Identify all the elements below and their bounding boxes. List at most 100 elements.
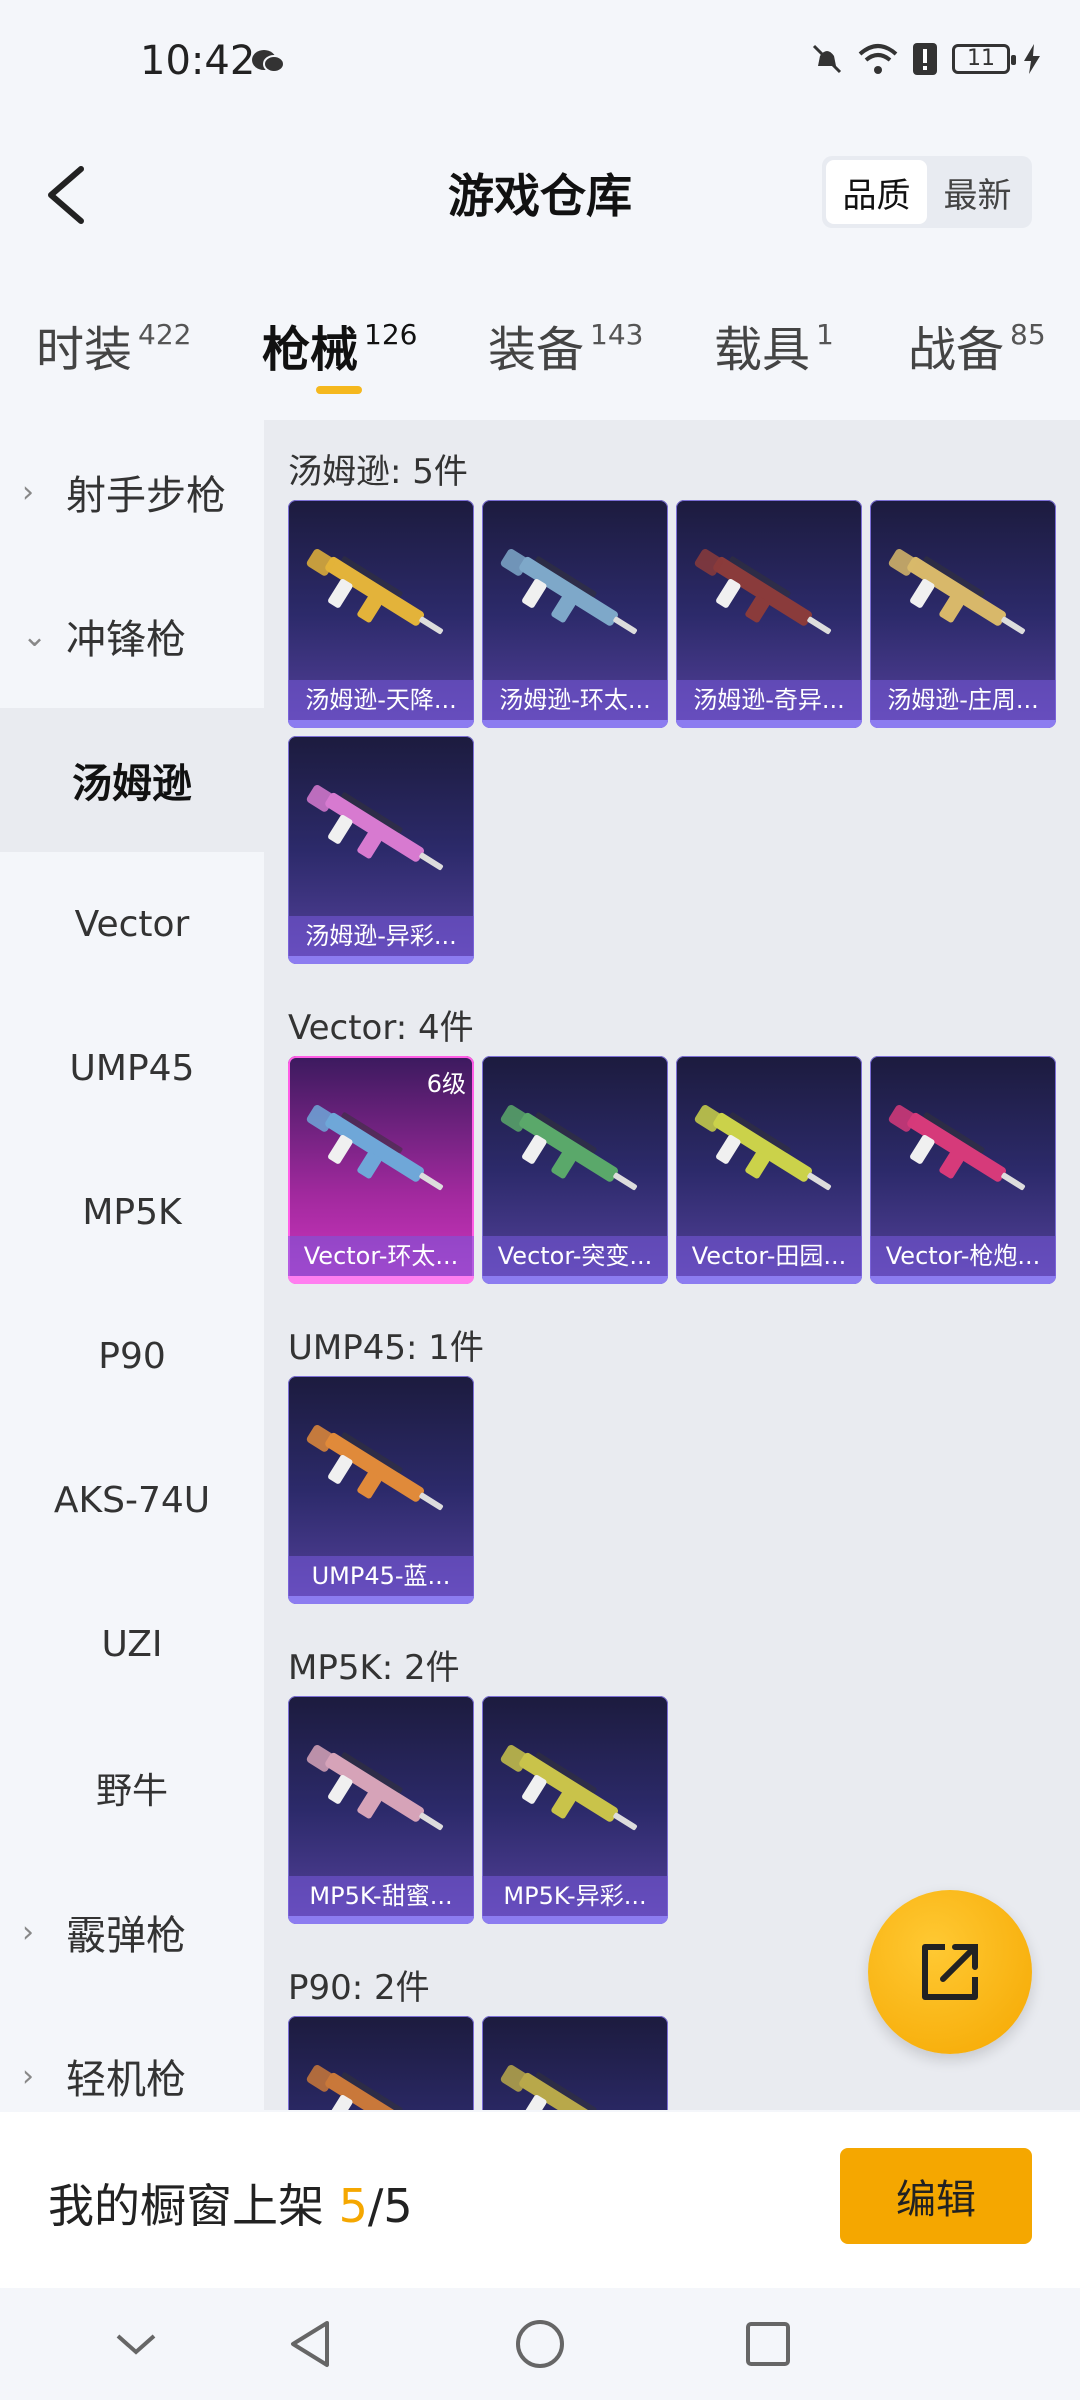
- gun-icon: [306, 1745, 443, 1831]
- rarity-bar: [288, 1276, 474, 1284]
- rarity-bar: [288, 1916, 474, 1924]
- sidebar-item-label: 汤姆逊: [72, 761, 192, 807]
- gun-icon: [306, 2065, 425, 2110]
- showcase-bar: 我的橱窗上架 5/5 编辑: [0, 2112, 1080, 2288]
- weapon-card[interactable]: 汤姆逊-庄周...: [870, 500, 1056, 728]
- weapon-card[interactable]: 汤姆逊-奇异...: [676, 500, 862, 728]
- sidebar-item-label: 射手步枪: [66, 473, 226, 519]
- sidebar-item[interactable]: 野牛: [0, 1716, 264, 1860]
- sort-toggle: 品质 最新: [822, 156, 1032, 228]
- sidebar-group[interactable]: ⌄ 冲锋枪: [0, 564, 264, 708]
- rarity-bar: [482, 720, 668, 728]
- rarity-bar: [288, 1596, 474, 1604]
- weapon-name: 汤姆逊-天降...: [288, 680, 474, 720]
- tab-vehicles[interactable]: 载具 1: [714, 310, 834, 380]
- gun-icon: [888, 549, 1025, 635]
- sidebar-item-label: P90: [98, 1335, 166, 1377]
- weapon-name: Vector-环太...: [288, 1236, 474, 1276]
- edit-button[interactable]: 编辑: [840, 2148, 1032, 2244]
- weapon-name: 汤姆逊-环太...: [482, 680, 668, 720]
- sidebar-item-label: UMP45: [69, 1047, 195, 1089]
- sidebar-item[interactable]: AKS-74U: [0, 1428, 264, 1572]
- nav-collapse-button[interactable]: [104, 2312, 168, 2376]
- sidebar-item[interactable]: Vector: [0, 852, 264, 996]
- weapon-card[interactable]: [482, 2016, 668, 2110]
- sidebar-group[interactable]: › 射手步枪: [0, 420, 264, 564]
- tab-label: 枪械: [262, 322, 359, 378]
- rarity-bar: [676, 1276, 862, 1284]
- square-recents-icon: [746, 2322, 790, 2366]
- sidebar-item-label: Vector: [74, 903, 190, 945]
- sidebar-group[interactable]: › 霰弹枪: [0, 1860, 264, 2004]
- sort-quality-button[interactable]: 品质: [826, 160, 927, 224]
- showcase-status: 我的橱窗上架 5/5: [48, 2170, 413, 2236]
- weapon-name: Vector-枪炮...: [870, 1236, 1056, 1276]
- wifi-icon: [858, 44, 898, 74]
- weapon-grid: 汤姆逊: 5件 汤姆逊-天降... 汤姆逊-环太... 汤姆逊-奇异... 汤姆逊-庄周…: [264, 420, 1080, 2110]
- rarity-bar: [870, 720, 1056, 728]
- battery-icon: 11: [952, 44, 1016, 74]
- sidebar-item[interactable]: UZI: [0, 1572, 264, 1716]
- sidebar-item-label: AKS-74U: [53, 1479, 211, 1521]
- rarity-bar: [288, 956, 474, 964]
- weapon-card[interactable]: MP5K-异彩...: [482, 1696, 668, 1924]
- weapon-card[interactable]: Vector-枪炮...: [870, 1056, 1056, 1284]
- weapon-card[interactable]: UMP45-蓝...: [288, 1376, 474, 1604]
- active-tab-indicator: [316, 386, 362, 394]
- sidebar-item[interactable]: UMP45: [0, 996, 264, 1140]
- weapon-card[interactable]: 汤姆逊-环太...: [482, 500, 668, 728]
- rarity-bar: [482, 1276, 668, 1284]
- sidebar-item-label: 野牛: [95, 1771, 168, 1812]
- tab-label: 时装: [36, 322, 133, 378]
- sidebar-item[interactable]: MP5K: [0, 1140, 264, 1284]
- gun-icon: [500, 549, 637, 635]
- nav-recents-button[interactable]: [736, 2312, 800, 2376]
- tab-count: 85: [1010, 318, 1046, 351]
- weapon-card[interactable]: 6级 Vector-环太...: [288, 1056, 474, 1284]
- showcase-total: /5: [367, 2179, 413, 2233]
- weapon-card[interactable]: 汤姆逊-天降...: [288, 500, 474, 728]
- tab-guns[interactable]: 枪械 126: [262, 310, 417, 380]
- sidebar-item-label: MP5K: [82, 1191, 182, 1233]
- gun-icon: [500, 1105, 637, 1191]
- section-title: UMP45: 1件: [288, 1328, 484, 1368]
- top-header: 游戏仓库 品质 最新: [0, 130, 1080, 260]
- chevron-down-icon: [116, 2334, 156, 2355]
- status-icons: 11: [810, 42, 1040, 76]
- sidebar-item-label: 霰弹枪: [66, 1913, 186, 1959]
- weapon-card[interactable]: Vector-田园...: [676, 1056, 862, 1284]
- gun-icon: [306, 1105, 443, 1191]
- weapon-card[interactable]: MP5K-甜蜜...: [288, 1696, 474, 1924]
- tab-label: 战备: [908, 322, 1005, 378]
- nav-home-button[interactable]: [508, 2312, 572, 2376]
- tab-fashion[interactable]: 时装 422: [36, 310, 191, 380]
- system-nav-bar: [0, 2288, 1080, 2400]
- gun-icon: [694, 549, 831, 635]
- nav-back-button[interactable]: [278, 2312, 342, 2376]
- sort-newest-button[interactable]: 最新: [927, 160, 1028, 224]
- section-title: 汤姆逊: 5件: [288, 452, 468, 492]
- weapon-name: MP5K-异彩...: [482, 1876, 668, 1916]
- tab-gear[interactable]: 战备 85: [908, 310, 1046, 380]
- tab-label: 装备: [488, 322, 585, 378]
- chevron-right-icon: ›: [22, 474, 34, 510]
- sidebar-item-label: 冲锋枪: [66, 617, 186, 663]
- weapon-card[interactable]: 汤姆逊-异彩...: [288, 736, 474, 964]
- tab-count: 143: [590, 318, 644, 351]
- showcase-current: 5: [338, 2179, 368, 2233]
- share-button[interactable]: [868, 1890, 1032, 2054]
- weapon-name: 汤姆逊-奇异...: [676, 680, 862, 720]
- charging-icon: [1024, 44, 1040, 74]
- gun-icon: [500, 1745, 637, 1831]
- category-tabs: 时装 422 枪械 126 装备 143 载具 1 战备 85: [0, 290, 1080, 410]
- tab-equipment[interactable]: 装备 143: [488, 310, 643, 380]
- weapon-card[interactable]: [288, 2016, 474, 2110]
- tab-label: 载具: [714, 322, 811, 378]
- weapon-name: Vector-田园...: [676, 1236, 862, 1276]
- status-time: 10:42: [140, 38, 256, 84]
- gun-icon: [306, 549, 443, 635]
- weapon-name: 汤姆逊-异彩...: [288, 916, 474, 956]
- sidebar-item[interactable]: P90: [0, 1284, 264, 1428]
- weapon-card[interactable]: Vector-突变...: [482, 1056, 668, 1284]
- sidebar-item[interactable]: 汤姆逊: [0, 708, 264, 852]
